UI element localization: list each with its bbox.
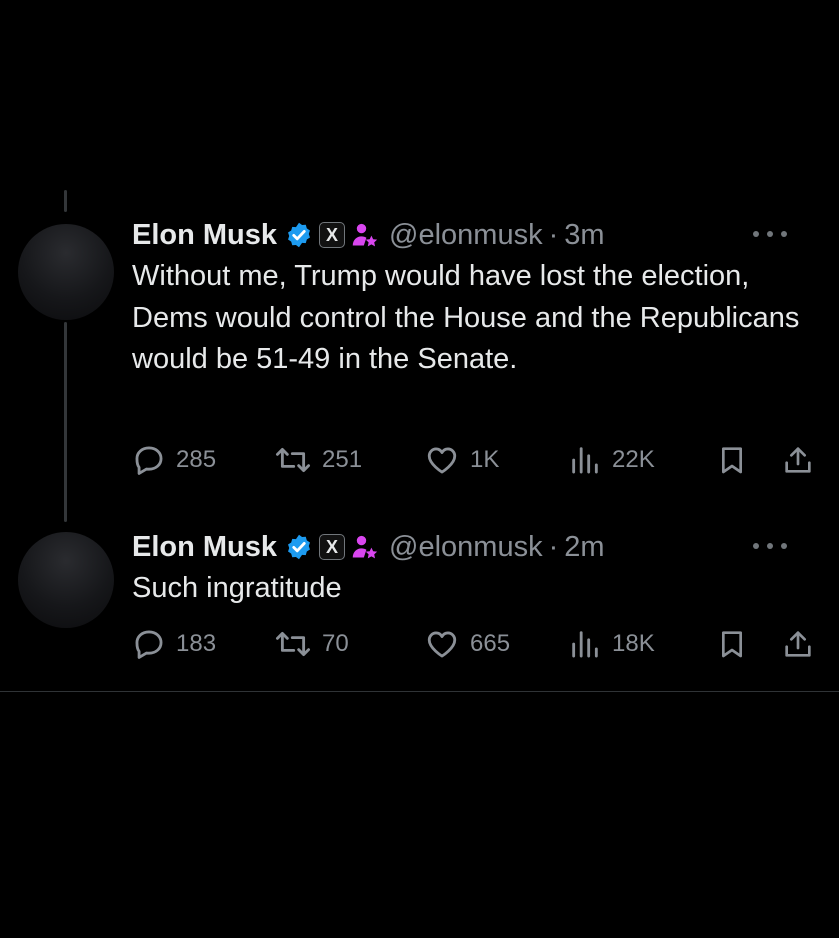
repost-icon: [275, 631, 310, 657]
tweet-header: Elon Musk X @elonmusk · 3m: [132, 218, 809, 252]
like-count: 665: [470, 630, 511, 657]
author-handle[interactable]: @elonmusk: [389, 219, 543, 252]
like-icon: [427, 631, 457, 658]
avatar[interactable]: [18, 532, 114, 628]
verified-badge-icon[interactable]: [285, 221, 313, 249]
role-person-icon: [352, 535, 378, 559]
views-icon: [572, 447, 598, 474]
avatar[interactable]: [18, 224, 114, 320]
more-icon[interactable]: [753, 536, 787, 556]
x-affiliation-icon[interactable]: X: [319, 534, 346, 560]
timestamp[interactable]: 3m: [564, 219, 604, 252]
x-affiliation-icon[interactable]: X: [319, 222, 346, 248]
bookmark-icon: [722, 631, 742, 658]
bookmark-icon: [722, 447, 742, 474]
repost-button[interactable]: 251: [274, 442, 362, 478]
separator-dot: ·: [548, 218, 559, 251]
thread-line-top: [64, 190, 67, 212]
like-button[interactable]: 665: [424, 626, 510, 662]
verified-badge-icon[interactable]: [285, 533, 313, 561]
tweet-header: Elon Musk X @elonmusk · 2m: [132, 530, 809, 564]
views-count: 18K: [612, 630, 655, 657]
reply-button[interactable]: 285: [132, 442, 216, 478]
tweet-text: Without me, Trump would have lost the el…: [132, 260, 800, 375]
bookmark-button[interactable]: [716, 442, 748, 478]
tweet[interactable]: Elon Musk X @elonmusk · 2m Such ingratit…: [0, 530, 839, 680]
reply-button[interactable]: 183: [132, 626, 216, 662]
separator-dot: ·: [548, 530, 559, 563]
author-name[interactable]: Elon Musk: [132, 219, 277, 252]
tweet-text: Such ingratitude: [132, 572, 342, 604]
tweet-actions: 183 70 665 18K: [132, 626, 822, 662]
divider: [0, 691, 839, 692]
reply-icon: [135, 446, 163, 475]
share-button[interactable]: [782, 626, 814, 662]
share-icon: [785, 447, 811, 473]
repost-count: 70: [322, 630, 349, 657]
repost-button[interactable]: 70: [274, 626, 349, 662]
tweet[interactable]: Elon Musk X @elonmusk · 3m Without me, T…: [0, 218, 839, 488]
bookmark-button[interactable]: [716, 626, 748, 662]
share-icon: [785, 631, 811, 657]
repost-count: 251: [322, 446, 363, 473]
views-button[interactable]: 18K: [568, 626, 655, 662]
author-handle[interactable]: @elonmusk: [389, 531, 543, 564]
views-count: 22K: [612, 446, 655, 473]
repost-icon: [275, 447, 310, 473]
views-button[interactable]: 22K: [568, 442, 655, 478]
more-icon[interactable]: [753, 224, 787, 244]
timestamp[interactable]: 2m: [564, 531, 604, 564]
reply-count: 285: [176, 446, 217, 473]
like-count: 1K: [470, 446, 500, 473]
views-icon: [572, 631, 598, 658]
share-button[interactable]: [782, 442, 814, 478]
like-icon: [427, 447, 457, 474]
tweet-actions: 285 251 1K 22K: [132, 442, 822, 478]
reply-count: 183: [176, 630, 217, 657]
like-button[interactable]: 1K: [424, 442, 499, 478]
author-name[interactable]: Elon Musk: [132, 531, 277, 564]
reply-icon: [135, 630, 163, 659]
role-person-icon: [352, 223, 378, 247]
